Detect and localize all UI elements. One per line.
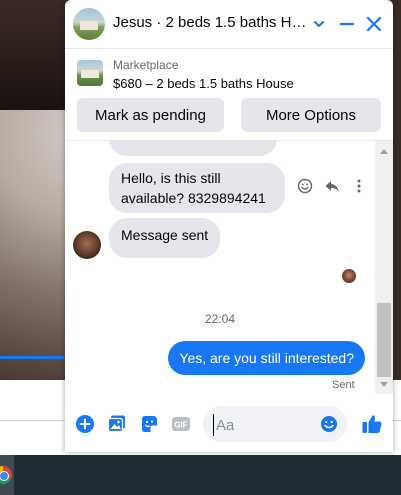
photo-icon[interactable] [107, 414, 127, 434]
message-timestamp: 22:04 [204, 312, 236, 326]
video-progress-bar[interactable] [0, 356, 67, 359]
close-icon[interactable] [362, 12, 386, 36]
scrollbar[interactable] [375, 141, 393, 394]
listing-avatar[interactable] [73, 8, 105, 40]
message-input[interactable] [213, 414, 318, 436]
thumbs-up-icon[interactable] [360, 412, 384, 436]
sender-avatar[interactable] [73, 231, 101, 259]
emoji-icon[interactable] [320, 415, 338, 433]
chat-header: Jesus · 2 beds 1.5 baths Ho... [65, 0, 393, 49]
more-vertical-icon[interactable] [350, 177, 368, 195]
message-bubble-previous [109, 141, 277, 156]
more-options-button[interactable]: More Options [241, 98, 381, 132]
chevron-down-icon[interactable] [307, 12, 331, 36]
reply-icon[interactable] [323, 177, 341, 195]
chat-window: Jesus · 2 beds 1.5 baths Ho... Marketpla… [65, 0, 393, 452]
svg-text:GIF: GIF [174, 421, 187, 430]
scroll-down-arrow-icon[interactable] [380, 382, 388, 387]
message-input-wrapper [203, 406, 347, 442]
message-bubble-outgoing: Yes, are you still interested? [168, 341, 365, 375]
chat-title[interactable]: Jesus · 2 beds 1.5 baths Ho... [113, 14, 311, 31]
smiley-icon[interactable] [296, 177, 314, 195]
message-bubble-incoming: Hello, is this still available? 83298942… [109, 163, 285, 213]
seen-indicator-avatar [342, 269, 356, 283]
listing-summary: $680 – 2 beds 1.5 baths House [113, 76, 294, 91]
taskbar [0, 455, 401, 495]
mark-as-pending-button[interactable]: Mark as pending [77, 98, 224, 132]
scroll-thumb[interactable] [377, 303, 391, 377]
gif-icon[interactable]: GIF [171, 414, 191, 434]
listing-source: Marketplace [113, 58, 179, 72]
composer: GIF [65, 396, 393, 452]
listing-info[interactable]: Marketplace $680 – 2 beds 1.5 baths Hous… [65, 50, 393, 96]
scroll-up-arrow-icon[interactable] [380, 149, 388, 154]
plus-circle-icon[interactable] [75, 414, 95, 434]
minimize-icon[interactable] [335, 12, 359, 36]
message-bubble-incoming: Message sent [109, 218, 221, 258]
listing-thumbnail[interactable] [77, 60, 103, 86]
message-status: Sent [332, 379, 355, 391]
message-thread: Hello, is this still available? 83298942… [65, 141, 375, 394]
sticker-icon[interactable] [139, 414, 159, 434]
